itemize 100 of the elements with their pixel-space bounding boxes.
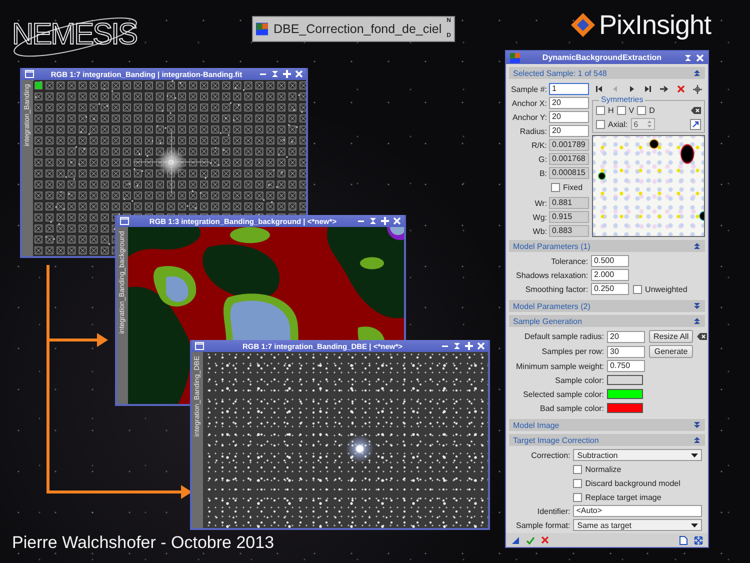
checkbox[interactable] [637,106,646,114]
field-label: Wb: [532,226,547,236]
checkbox-label[interactable]: Unweighted [645,284,688,294]
field-label: Minimum sample weight: [516,362,604,370]
crosshair-icon[interactable] [692,84,702,94]
field-label: Identifier: [536,506,570,516]
triangle-icon[interactable] [511,536,520,544]
section-header[interactable]: Model Parameters (1) [509,240,705,252]
checkbox-label[interactable]: Axial: [608,120,628,128]
section-header[interactable]: Sample Generation [509,315,705,327]
close-icon[interactable] [295,70,303,78]
dropdown[interactable]: Same as target [573,519,702,531]
section-header[interactable]: Target Image Correction [509,434,705,446]
window-icon[interactable] [25,70,34,78]
checkbox[interactable] [596,106,605,114]
field-label: Sample format: [516,520,570,530]
checkbox-label[interactable]: Normalize [585,464,622,474]
checkbox[interactable] [551,182,560,192]
process-icon [510,52,520,62]
readout-field: 0.915 [549,211,589,223]
number-field[interactable]: 30 [607,346,646,358]
number-field[interactable]: 2.000 [591,269,630,281]
field-label: G: [538,154,547,164]
document-icon[interactable] [679,536,688,544]
skip-first-icon[interactable] [595,85,603,93]
shade-icon[interactable] [684,54,692,62]
shade-icon[interactable] [453,342,461,350]
number-field[interactable]: 20 [549,111,589,123]
number-field[interactable]: 0.250 [591,283,630,295]
checkbox[interactable] [573,464,582,474]
checkbox-label[interactable]: Replace target image [585,492,662,502]
button[interactable]: Resize All [649,330,694,343]
dropdown[interactable]: Subtraction [573,449,702,461]
close-icon[interactable] [393,217,401,225]
caret-icon [691,522,698,528]
cancel-icon[interactable] [541,536,549,544]
checkbox-label[interactable]: V [628,106,634,114]
collapse-icon[interactable] [693,242,701,250]
number-field[interactable]: 1 [549,83,589,95]
expand-icon[interactable] [693,421,701,429]
link-icon[interactable] [690,118,701,130]
number-field[interactable]: 20 [607,330,646,342]
color-swatch[interactable] [607,403,644,413]
text-field[interactable]: <Auto> [573,505,702,517]
brand-name: PixInsight [599,10,712,40]
credit-text: Pierre Walchshofer - Octobre 2013 [12,533,274,553]
checkbox[interactable] [573,492,582,502]
window-icon[interactable] [195,342,204,350]
window-icon[interactable] [120,217,129,225]
number-field[interactable]: 20 [549,97,589,109]
spin-field[interactable]: 6 [630,118,655,130]
expand-arrows-icon[interactable] [694,536,703,544]
checkbox-label[interactable]: Discard background model [585,478,680,488]
checkbox[interactable] [633,284,642,294]
field-label: R/K: [530,140,547,150]
delete-icon[interactable] [676,85,685,93]
color-swatch[interactable] [607,389,644,399]
field-label: Anchor X: [510,98,547,108]
section-header[interactable]: Selected Sample: 1 of 548 [509,67,705,79]
collapse-icon[interactable] [693,317,701,325]
number-field[interactable]: 0.500 [591,255,630,267]
shade-icon[interactable] [369,217,377,225]
expand-icon[interactable] [693,302,701,310]
button[interactable]: Generate [649,345,694,358]
checkbox-label[interactable]: H [608,106,614,114]
spin-arrows-icon [646,120,652,128]
color-swatch[interactable] [607,375,644,385]
field-label: Radius: [518,126,547,136]
skip-last-icon[interactable] [644,85,652,93]
close-icon[interactable] [477,342,485,350]
panel-title: DynamicBackgroundExtraction [541,53,663,62]
arrow-right-icon[interactable] [660,85,668,93]
checkbox-label[interactable]: D [649,106,655,114]
section-header[interactable]: Model Image [509,419,705,431]
checkbox[interactable] [616,106,626,114]
field-label: Selected sample color: [522,390,604,398]
collapse-icon[interactable] [693,436,701,444]
field-label: Samples per row: [540,347,604,356]
checkbox[interactable] [596,120,605,128]
clear-icon[interactable] [691,106,701,114]
maximize-icon[interactable] [381,217,389,225]
diamond-logo-icon [570,12,596,38]
number-field[interactable]: 0.750 [607,360,646,372]
field-label: Sample color: [554,376,604,384]
field-label: Wg: [532,212,547,222]
readout-field: 0.001768 [549,153,589,165]
maximize-icon[interactable] [283,70,291,78]
next-icon[interactable] [628,85,636,93]
number-field[interactable]: 20 [549,125,589,137]
readout-field: 0.883 [549,225,589,237]
maximize-icon[interactable] [465,342,473,350]
checkbox-label[interactable]: Fixed [563,182,583,192]
clear-icon[interactable] [697,333,708,340]
section-header[interactable]: Model Parameters (2) [509,300,705,312]
collapse-icon[interactable] [693,69,701,77]
field-label: Smoothing factor: [524,284,588,294]
close-icon[interactable] [696,54,704,62]
checkbox[interactable] [573,478,582,488]
shade-icon[interactable] [271,70,279,78]
field-label: Default sample radius: [523,332,604,341]
